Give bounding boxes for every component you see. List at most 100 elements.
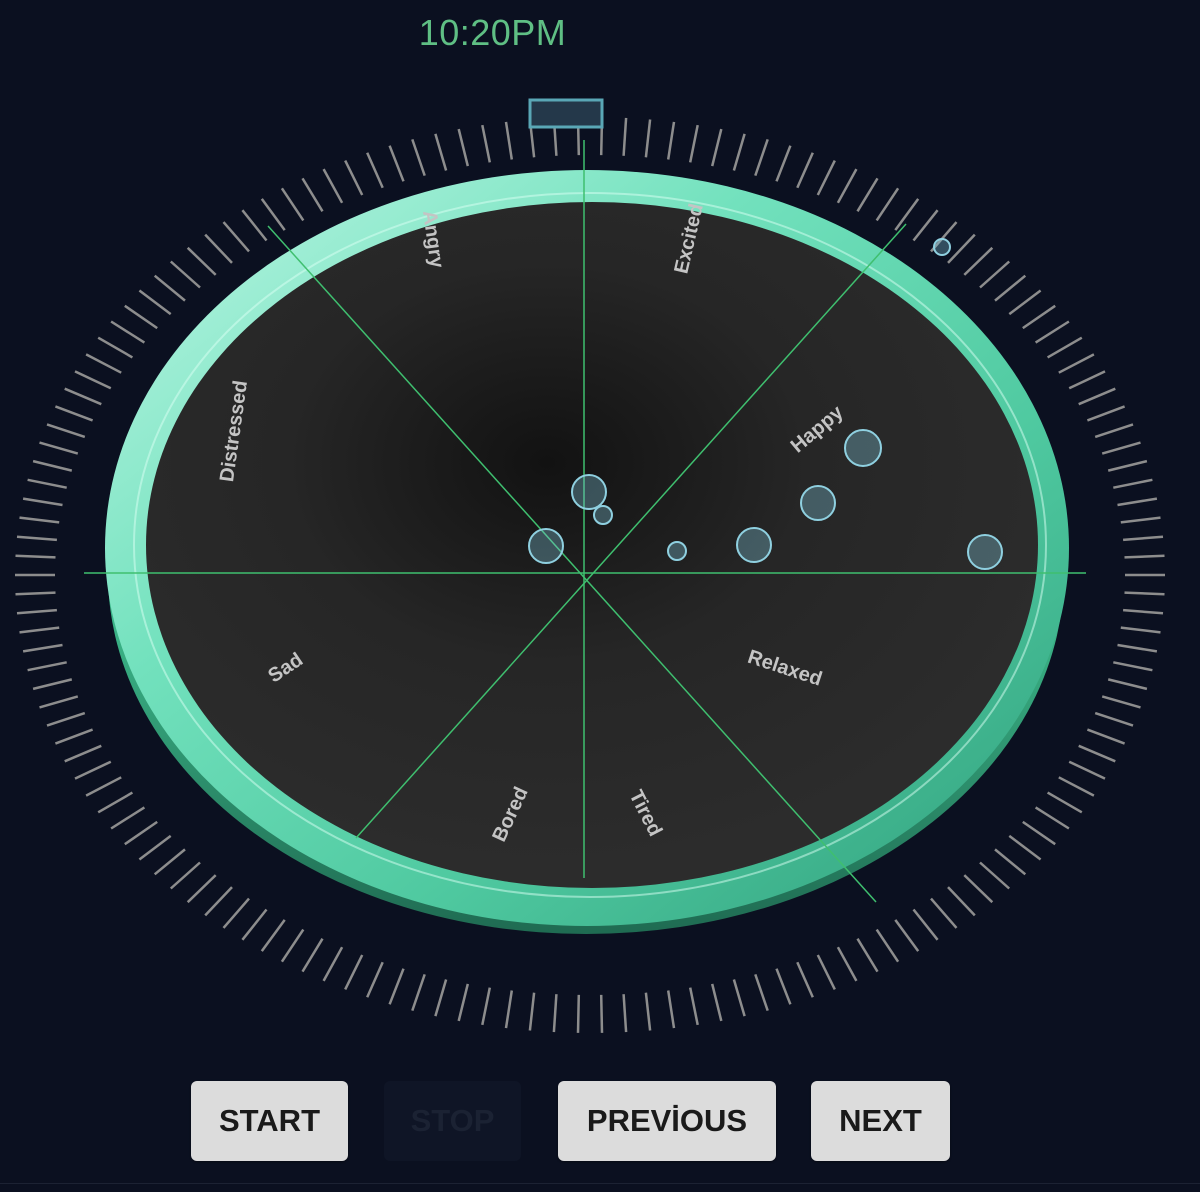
dial-tick bbox=[644, 119, 652, 158]
start-button[interactable]: START bbox=[191, 1081, 348, 1161]
dial-tick bbox=[110, 320, 146, 344]
mood-bubble bbox=[933, 238, 951, 256]
dial-tick bbox=[64, 744, 102, 763]
dial-tick bbox=[836, 946, 858, 982]
dial-tick bbox=[64, 387, 102, 406]
dial-tick bbox=[1094, 711, 1134, 727]
dial-tick bbox=[552, 994, 558, 1033]
dial-tick bbox=[930, 897, 958, 929]
dial-tick bbox=[1086, 405, 1126, 422]
dial-tick bbox=[1058, 353, 1095, 374]
dial-tick bbox=[1022, 820, 1056, 846]
dial-tick bbox=[599, 994, 604, 1033]
dial-tick bbox=[796, 961, 814, 998]
dial-tick bbox=[138, 289, 172, 316]
dial-tick bbox=[1117, 497, 1158, 507]
dial-tick bbox=[775, 145, 792, 182]
dial-tick bbox=[27, 478, 67, 489]
dial-tick bbox=[1113, 478, 1153, 489]
dial-tick bbox=[644, 992, 652, 1031]
mood-dial[interactable]: Excited Happy Relaxed Tired Bored Sad Di… bbox=[0, 0, 1200, 1192]
dial-tick bbox=[457, 983, 470, 1022]
dial-tick bbox=[260, 919, 286, 952]
dial-tick bbox=[97, 791, 134, 814]
dial-tick bbox=[27, 661, 67, 672]
dial-tick bbox=[710, 983, 723, 1022]
dial-tick bbox=[97, 336, 134, 359]
mood-bubble bbox=[967, 534, 1003, 570]
mood-bubble bbox=[571, 474, 607, 510]
dial-tick bbox=[241, 908, 268, 941]
dial-tick bbox=[124, 304, 158, 330]
dial-tick bbox=[138, 834, 172, 861]
dial-tick bbox=[1034, 806, 1070, 830]
dial-tick bbox=[1068, 760, 1106, 780]
dial-tick bbox=[222, 221, 250, 253]
dial-tick bbox=[241, 209, 268, 242]
dial-tick bbox=[39, 441, 79, 455]
dial-tick bbox=[875, 928, 900, 963]
dial-tick bbox=[22, 643, 63, 653]
dial-tick bbox=[979, 861, 1011, 890]
dial-tick bbox=[666, 990, 676, 1029]
dial-tick bbox=[366, 961, 384, 998]
dial-tick bbox=[963, 246, 994, 276]
dial-tick bbox=[688, 124, 699, 163]
dial-tick bbox=[169, 260, 201, 289]
dial-tick bbox=[1008, 289, 1042, 316]
dial-tick bbox=[1022, 304, 1056, 330]
time-indicator-icon[interactable] bbox=[528, 98, 604, 129]
dial-tick bbox=[32, 678, 73, 691]
dial-tick bbox=[1117, 643, 1158, 653]
mood-bubble bbox=[800, 485, 836, 521]
dial-tick bbox=[732, 133, 746, 171]
dial-tick bbox=[481, 987, 492, 1026]
mood-bubble bbox=[593, 505, 613, 525]
dial-tick bbox=[1124, 554, 1165, 559]
dial-tick bbox=[280, 187, 305, 222]
dial-tick bbox=[54, 405, 94, 422]
dial-tick bbox=[301, 938, 324, 973]
dial-tick bbox=[1078, 744, 1116, 763]
dial-tick bbox=[994, 848, 1027, 876]
dial-tick bbox=[110, 806, 146, 830]
dial-tick bbox=[1101, 441, 1141, 455]
dial-face[interactable] bbox=[146, 202, 1038, 888]
dial-tick bbox=[411, 138, 426, 177]
dial-tick bbox=[85, 353, 122, 374]
dial-tick bbox=[344, 954, 364, 990]
dial-tick bbox=[1124, 591, 1165, 596]
dial-tick bbox=[894, 198, 920, 231]
previous-button[interactable]: PREVİOUS bbox=[558, 1081, 776, 1161]
dial-tick bbox=[322, 168, 344, 204]
stop-button[interactable]: STOP bbox=[384, 1081, 521, 1161]
dial-tick bbox=[1123, 535, 1164, 542]
dial-tick bbox=[576, 994, 581, 1033]
dial-tick bbox=[260, 198, 286, 231]
dial-tick bbox=[1107, 459, 1148, 472]
dial-tick bbox=[1094, 423, 1134, 439]
dial-tick bbox=[504, 990, 514, 1029]
dial-tick bbox=[912, 908, 939, 941]
dial-tick bbox=[74, 760, 112, 780]
dial-tick bbox=[16, 535, 57, 542]
dial-tick bbox=[856, 938, 879, 973]
dial-tick bbox=[947, 233, 976, 264]
dial-tick bbox=[388, 145, 405, 182]
dial-tick bbox=[816, 954, 836, 990]
dial-tick bbox=[1046, 791, 1083, 814]
dial-tick bbox=[46, 711, 86, 727]
dial-tick bbox=[124, 820, 158, 846]
next-button[interactable]: NEXT bbox=[811, 1081, 950, 1161]
dial-tick bbox=[85, 776, 122, 797]
dial-tick bbox=[344, 160, 364, 196]
dial-tick bbox=[528, 992, 536, 1031]
mood-bubble bbox=[736, 527, 772, 563]
dial-tick bbox=[434, 133, 448, 171]
dial-tick bbox=[1034, 320, 1070, 344]
dial-tick bbox=[222, 897, 250, 929]
dial-tick bbox=[54, 728, 94, 745]
dial-tick bbox=[1068, 370, 1106, 390]
dial-tick bbox=[15, 591, 56, 596]
mood-bubble bbox=[667, 541, 687, 561]
